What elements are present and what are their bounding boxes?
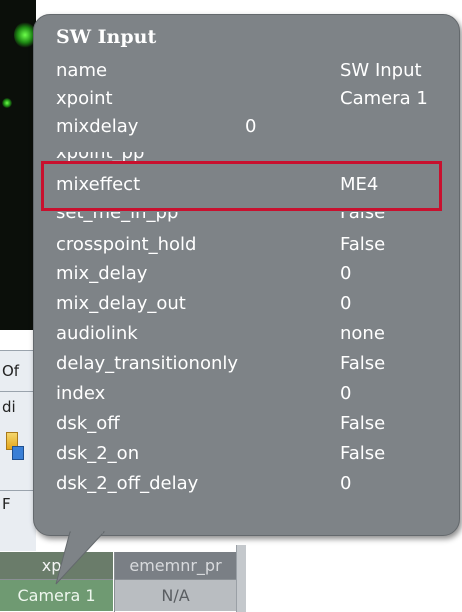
grid-cell-camera[interactable]: Camera 1 <box>0 579 113 611</box>
property-value: False <box>340 212 386 223</box>
property-key: xpoint <box>56 88 113 109</box>
property-key: dsk_2_off_delay <box>56 473 199 494</box>
property-value: none <box>340 323 385 344</box>
background-row: F <box>0 490 36 551</box>
property-value: 0 <box>340 263 352 284</box>
property-row-dsk-2-off-delay: dsk_2_off_delay 0 <box>0 471 462 497</box>
property-value: SW Input <box>340 60 422 81</box>
property-value: False <box>340 353 386 374</box>
mixeffect-highlight-box <box>41 161 442 211</box>
property-key: delay_transitiononly <box>56 353 239 374</box>
grid-column-ememnr: ememnr_pr N/A <box>114 552 236 612</box>
property-row-mix-delay-out: mix_delay_out 0 <box>0 291 462 317</box>
grid-cell-na[interactable]: N/A <box>115 579 236 611</box>
property-key: index <box>56 383 106 404</box>
property-row-crosspoint-hold: crosspoint_hold False <box>0 232 462 258</box>
tooltip-title: SW Input <box>56 26 157 48</box>
property-value: 0 <box>340 293 352 314</box>
property-key: name <box>56 60 108 81</box>
property-value: 0 <box>340 383 352 404</box>
property-key: mix_delay_out <box>56 293 186 314</box>
property-row-mixdelay: mixdelay 0 <box>0 114 462 140</box>
background-row-label: F <box>2 495 11 513</box>
property-key: mix_delay <box>56 263 148 284</box>
grid-scrollbar[interactable] <box>236 545 246 612</box>
grid-column-xpoint: xpo Camera 1 <box>0 552 113 612</box>
property-value: False <box>340 443 386 464</box>
property-value: 0 <box>340 473 352 494</box>
column-header-ememnr[interactable]: ememnr_pr <box>115 552 236 579</box>
property-row-xpoint: xpoint Camera 1 <box>0 86 462 112</box>
property-value: False <box>340 234 386 255</box>
column-header-xpoint[interactable]: xpo <box>0 552 113 579</box>
property-row-dsk-2-on: dsk_2_on False <box>0 441 462 467</box>
property-row-delay-transitiononly: delay_transitiononly False <box>0 351 462 377</box>
property-key: audiolink <box>56 323 138 344</box>
property-row-dsk-off: dsk_off False <box>0 411 462 437</box>
property-value: 0 <box>245 116 257 137</box>
property-value: False <box>340 413 386 434</box>
property-key: crosspoint_hold <box>56 234 197 255</box>
property-row-mix-delay: mix_delay 0 <box>0 261 462 287</box>
property-key: dsk_off <box>56 413 120 434</box>
property-key: mixdelay <box>56 116 139 137</box>
crosspoint-grid: xpo Camera 1 ememnr_pr N/A <box>0 552 236 612</box>
property-key: set_me_in_pp <box>56 212 179 223</box>
property-row-set-me-in-pp: set_me_in_pp False <box>0 212 462 225</box>
property-row-index: index 0 <box>0 381 462 407</box>
property-key: dsk_2_on <box>56 443 140 464</box>
property-value: Camera 1 <box>340 88 428 109</box>
property-row-audiolink: audiolink none <box>0 321 462 347</box>
property-row-name: name SW Input <box>0 58 462 84</box>
